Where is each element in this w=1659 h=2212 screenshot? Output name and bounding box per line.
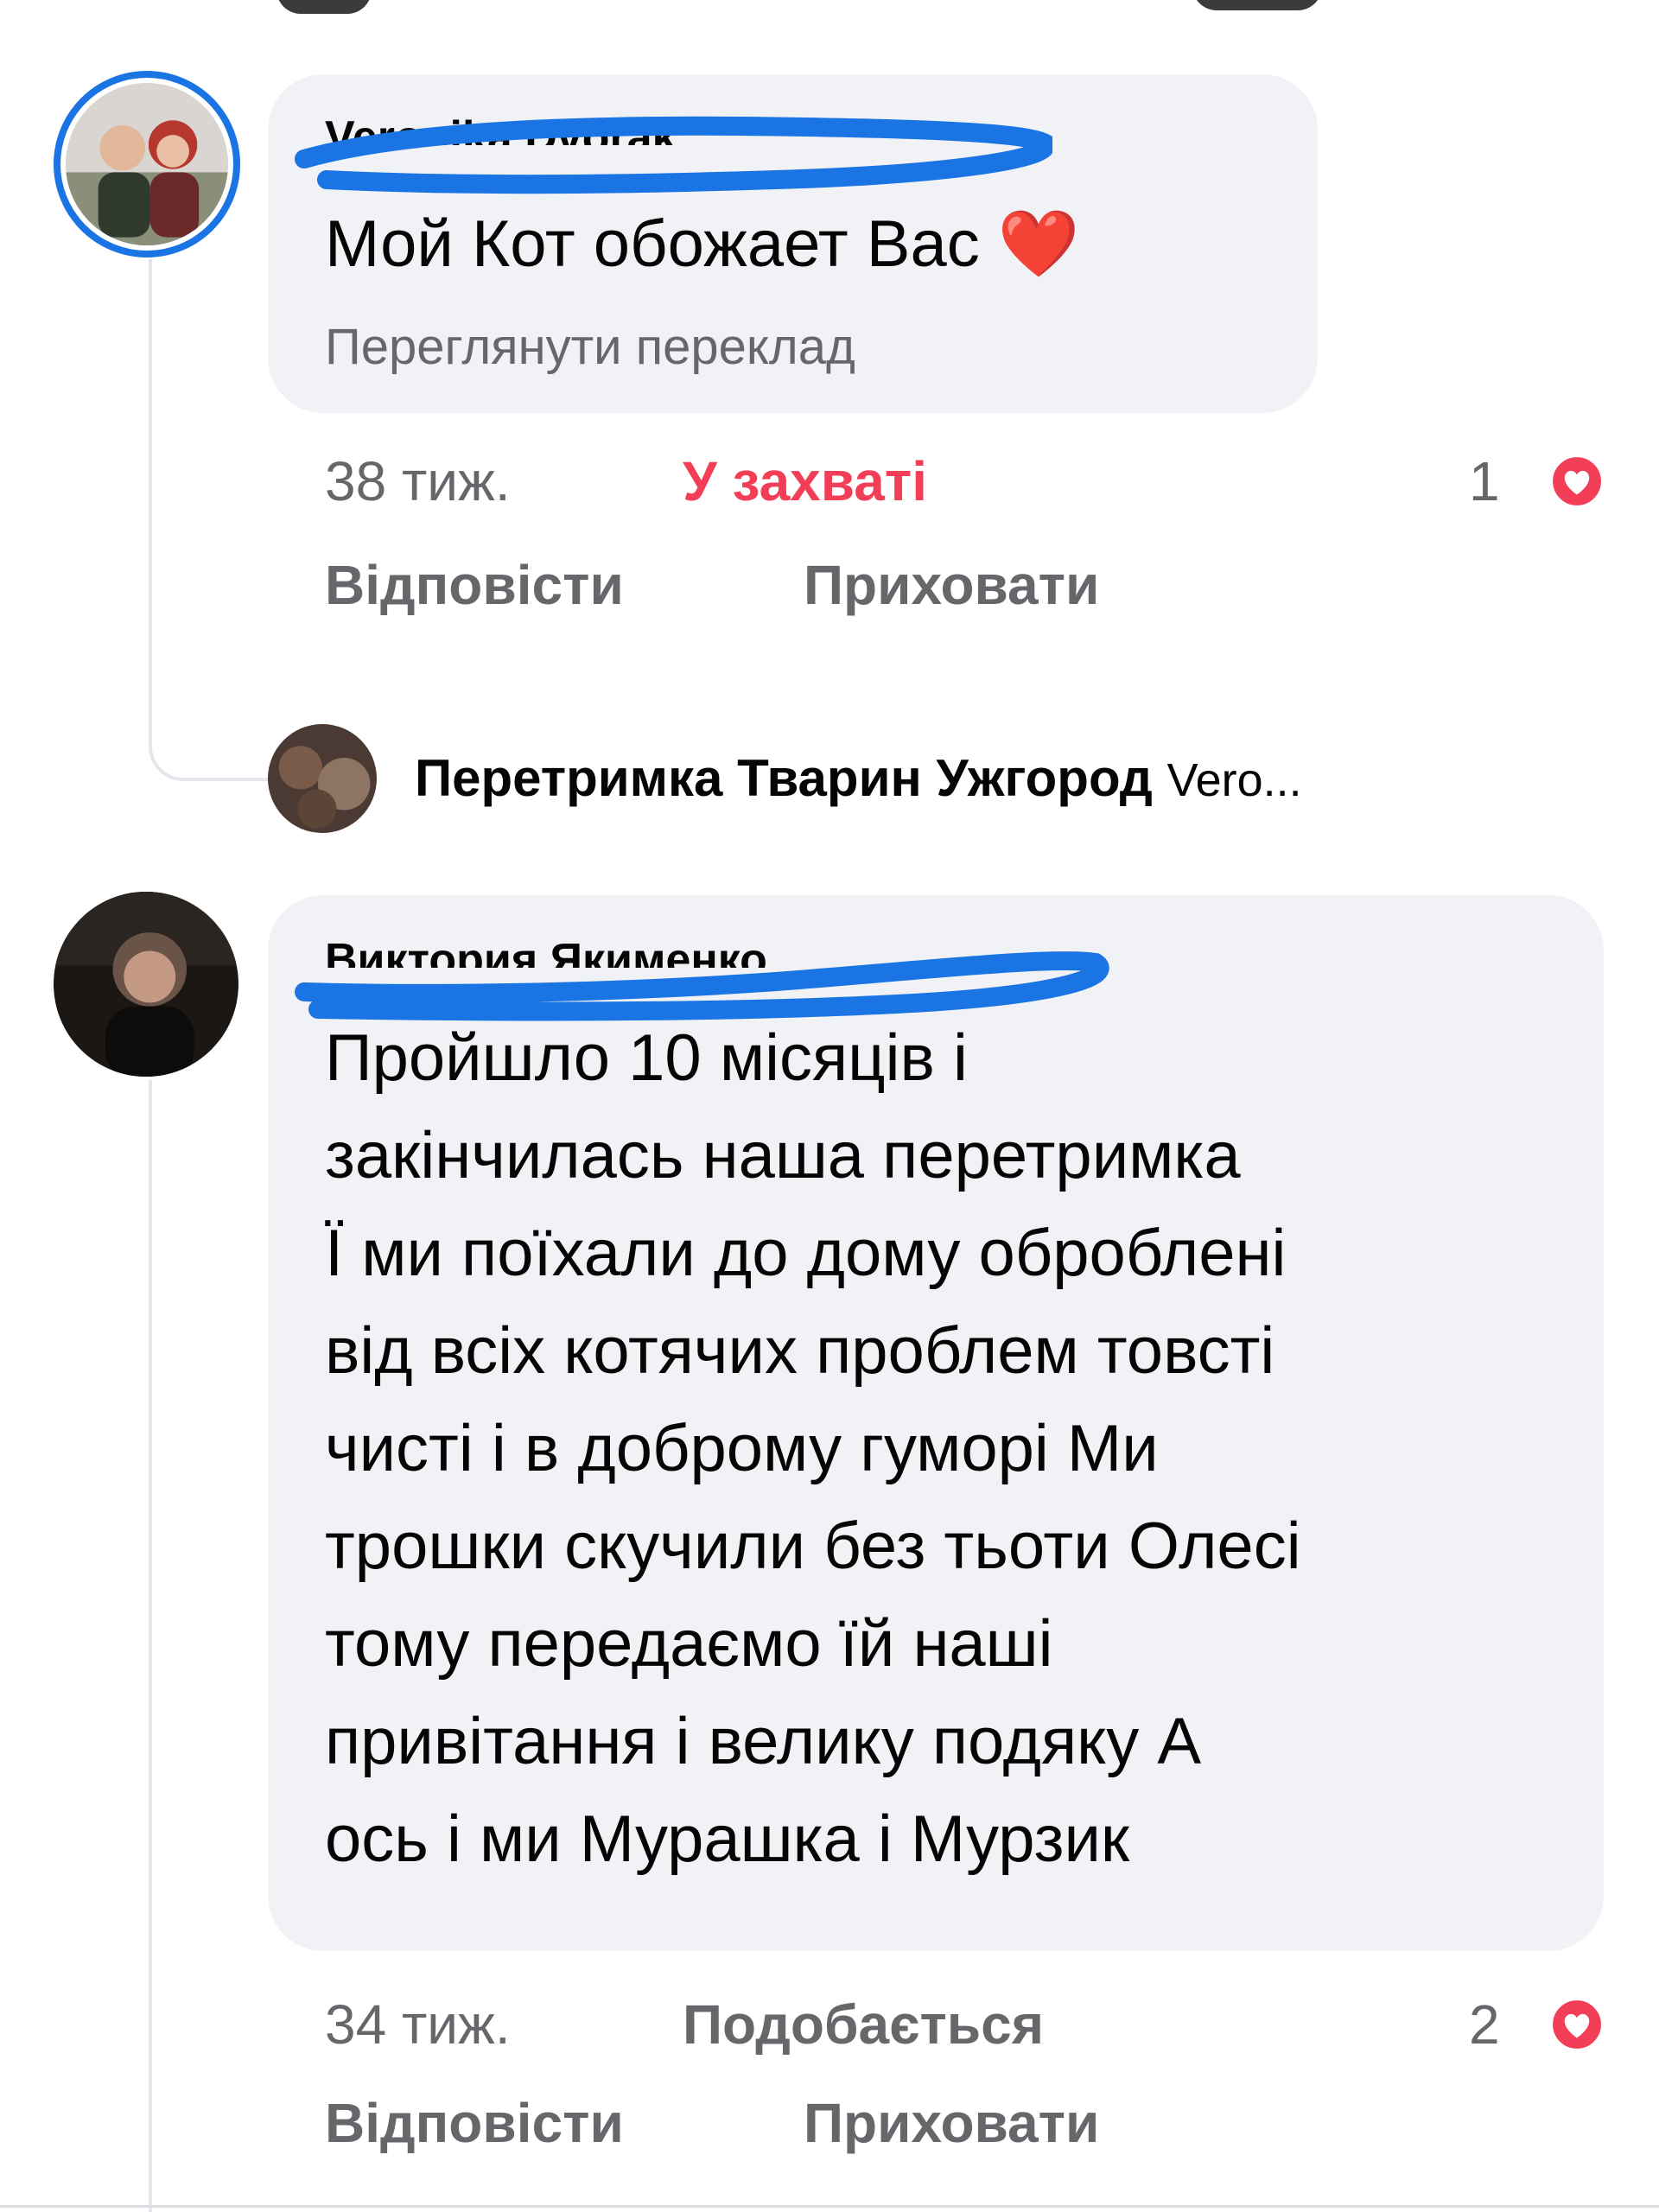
thread-line — [149, 1080, 152, 2212]
see-translation-link[interactable]: Переглянути переклад — [325, 318, 855, 376]
comment-author[interactable]: Veronika Dvorak — [325, 107, 1051, 145]
reply-snippet: Vero... — [1166, 754, 1302, 806]
comment-text-line: ось і ми Мурашка і Мурзик — [325, 1802, 1130, 1876]
comment-text-line: тому передаємо їй наші — [325, 1607, 1053, 1681]
avatar-page[interactable] — [268, 724, 377, 833]
avatar-photo — [66, 83, 228, 245]
previous-comment-remnant — [1192, 0, 1322, 10]
reply-summary[interactable]: Перетримка Тварин Ужгород Vero... — [415, 748, 1302, 808]
avatar-photo — [54, 892, 238, 1077]
comment-text-line: закінчилась наша перетримка — [325, 1119, 1241, 1192]
comment-timestamp[interactable]: 34 тиж. — [325, 1993, 511, 2056]
reply-button[interactable]: Відповісти — [325, 553, 624, 617]
reaction-count[interactable]: 1 — [1469, 449, 1500, 513]
comment-text-line: чисті і в доброму гуморі Ми — [325, 1412, 1159, 1485]
comment-text-line: Ї ми поїхали до дому оброблені — [325, 1217, 1287, 1290]
avatar-viktoriya[interactable] — [54, 892, 238, 1077]
hide-button[interactable]: Приховати — [804, 553, 1099, 617]
comment-author[interactable]: Виктория Якименко — [325, 930, 1189, 968]
comment-text: Пройшло 10 місяців і закінчилась наша пе… — [325, 1009, 1301, 1888]
comment-text-line: від всіх котячих проблем товсті — [325, 1314, 1275, 1388]
love-reaction-button[interactable]: У захваті — [683, 449, 927, 513]
comment-text-line: привітання і велику подяку А — [325, 1705, 1202, 1778]
hide-button[interactable]: Приховати — [804, 2091, 1099, 2155]
comment-text-line: Пройшло 10 місяців і — [325, 1021, 968, 1095]
reply-author[interactable]: Перетримка Тварин Ужгород — [415, 749, 1153, 807]
reply-button[interactable]: Відповісти — [325, 2091, 624, 2155]
heart-reaction-icon[interactable] — [1550, 1998, 1604, 2051]
reaction-count[interactable]: 2 — [1469, 1993, 1500, 2056]
comment-bubble: Veronika Dvorak Мой Кот обожает Вас ❤️ П… — [268, 74, 1318, 413]
comment-text-line: трошки скучили без тьоти Олесі — [325, 1510, 1301, 1583]
like-button[interactable]: Подобається — [683, 1993, 1044, 2056]
thread-connector — [149, 259, 273, 781]
avatar-photo — [268, 724, 377, 833]
comment-timestamp[interactable]: 38 тиж. — [325, 449, 511, 513]
heart-reaction-icon[interactable] — [1550, 454, 1604, 508]
previous-comment-remnant — [276, 0, 372, 14]
comment-text-content: Мой Кот обожает Вас ❤️ — [325, 207, 1080, 281]
divider — [0, 2205, 1659, 2208]
avatar-veronika[interactable] — [54, 71, 240, 257]
comment-text: Мой Кот обожает Вас ❤️ — [325, 195, 1079, 293]
comment-bubble: Виктория Якименко Пройшло 10 місяців і з… — [268, 895, 1604, 1951]
